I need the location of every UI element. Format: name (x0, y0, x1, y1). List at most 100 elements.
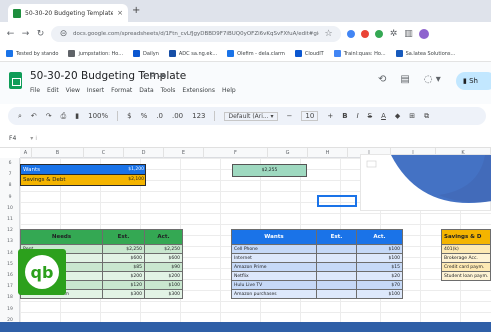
column-header[interactable]: C (84, 148, 124, 158)
needs-act[interactable]: $2,250 (144, 244, 183, 254)
needs-est[interactable]: $600 (102, 253, 145, 263)
wants-item[interactable]: Hulu Live TV (231, 280, 317, 290)
wants-est[interactable] (316, 262, 357, 272)
bookmark-item[interactable]: Sa.latea Solutions... (395, 50, 455, 57)
needs-est[interactable]: $300 (102, 289, 145, 299)
extension-icon[interactable] (347, 30, 355, 38)
google-sheets-logo-icon[interactable] (9, 72, 22, 89)
more-formats-icon[interactable]: 123 (192, 112, 205, 120)
bookmark-item[interactable]: jumpstation: Ho... (68, 50, 123, 57)
wants-item[interactable]: Amazon Prime (231, 262, 317, 272)
wants-est[interactable] (316, 244, 357, 254)
row-header[interactable]: 16 (0, 273, 20, 278)
wants-item[interactable]: Amazon purchases (231, 289, 317, 299)
font-select[interactable]: Default (Ari... ▾ (224, 111, 278, 121)
menu-data[interactable]: Data (139, 87, 153, 94)
row-header[interactable]: 13 (0, 239, 20, 244)
bookmark-item[interactable]: Tested by stando (6, 50, 58, 57)
font-size-input[interactable]: 10 (301, 111, 319, 121)
row-header[interactable]: 8 (0, 183, 20, 188)
address-bar[interactable]: ⊝ docs.google.com/spreadsheets/d/1Ftn_cv… (51, 26, 341, 42)
text-color-button[interactable]: A (381, 112, 386, 120)
undo-icon[interactable]: ↶ (31, 112, 37, 120)
bold-button[interactable]: B (342, 112, 347, 120)
needs-act[interactable]: $200 (144, 271, 183, 281)
bookmark-item[interactable]: ADC sa.ng.ek... (168, 50, 217, 57)
comments-icon[interactable]: ▤ (400, 74, 409, 85)
savings-item[interactable]: 401(k) (440, 244, 491, 254)
site-info-icon[interactable]: ⊝ (59, 29, 68, 39)
column-header[interactable]: E (164, 148, 204, 158)
forward-icon[interactable]: → (21, 29, 30, 39)
menu-view[interactable]: View (66, 87, 80, 94)
row-header[interactable]: 18 (0, 295, 20, 300)
menu-format[interactable]: Format (111, 87, 132, 94)
savings-item[interactable]: Brokerage Acc. (440, 253, 491, 263)
font-size-increase-icon[interactable]: + (327, 112, 333, 120)
row-header[interactable]: 11 (0, 217, 20, 222)
share-button[interactable]: ▮ Sh (456, 72, 491, 90)
row-header[interactable]: 6 (0, 161, 20, 166)
close-tab-icon[interactable]: × (117, 9, 123, 17)
row-header[interactable]: 10 (0, 206, 20, 211)
wants-est[interactable] (316, 253, 357, 263)
savings-item[interactable]: Credit card paym. (440, 262, 491, 272)
bookmark-star-icon[interactable]: ☆ (324, 29, 333, 39)
bookmark-item[interactable]: CloudIT (294, 50, 324, 57)
browser-tab[interactable]: 50-30-20 Budgeting Template × (8, 4, 128, 22)
profile-avatar[interactable] (419, 29, 429, 39)
redo-icon[interactable]: ↷ (46, 112, 52, 120)
decimal-increase-icon[interactable]: .00 (172, 112, 183, 120)
wants-act[interactable]: $100 (356, 244, 403, 254)
paint-format-icon[interactable]: ▮ (75, 112, 79, 120)
extension-icon[interactable] (375, 30, 383, 38)
decimal-decrease-icon[interactable]: .0 (156, 112, 163, 120)
total-cell[interactable]: $2,255 (232, 164, 307, 177)
savings-item[interactable]: Student loan paym. (440, 271, 491, 281)
zoom-select[interactable]: 100% (88, 112, 108, 120)
name-box[interactable]: F4 (9, 135, 16, 142)
bookmark-item[interactable]: Olefim - dela.clarm (227, 50, 285, 57)
history-icon[interactable]: ⟲ (378, 74, 386, 85)
needs-est[interactable]: $2,250 (102, 244, 145, 254)
wants-item[interactable]: Internet (231, 253, 317, 263)
search-menus-icon[interactable]: ⌕ (18, 112, 22, 121)
row-header[interactable]: 19 (0, 307, 20, 312)
wants-act[interactable]: $20 (356, 271, 403, 281)
borders-icon[interactable]: ⊞ (409, 112, 415, 120)
extension-icon[interactable] (361, 30, 369, 38)
wants-act[interactable]: $100 (356, 253, 403, 263)
row-header[interactable]: 17 (0, 284, 20, 289)
back-icon[interactable]: ← (6, 29, 15, 39)
needs-est[interactable]: $120 (102, 280, 145, 290)
needs-act[interactable]: $100 (144, 280, 183, 290)
budget-pie-chart[interactable] (360, 154, 491, 211)
print-icon[interactable]: ⎙ (61, 112, 67, 121)
percent-format-button[interactable]: % (141, 112, 148, 120)
row-header[interactable]: 7 (0, 172, 20, 177)
menu-file[interactable]: File (30, 87, 40, 94)
summary-savings-row[interactable]: Savings & Debt $2,100 (20, 175, 146, 186)
menu-insert[interactable]: Insert (87, 87, 104, 94)
needs-est[interactable]: $85 (102, 262, 145, 272)
column-header[interactable]: D (124, 148, 164, 158)
needs-act[interactable]: $90 (144, 262, 183, 272)
column-header[interactable]: B (32, 148, 84, 158)
wants-act[interactable]: $15 (356, 262, 403, 272)
new-tab-button[interactable]: + (132, 5, 140, 16)
fill-color-icon[interactable]: ◆ (395, 112, 400, 120)
row-header[interactable]: 12 (0, 228, 20, 233)
wants-act[interactable]: $100 (356, 289, 403, 299)
needs-act[interactable]: $600 (144, 253, 183, 263)
row-header[interactable]: 9 (0, 195, 20, 200)
wants-item[interactable]: Cell Phone (231, 244, 317, 254)
column-header[interactable]: H (308, 148, 348, 158)
summary-wants-row[interactable]: Wants $1,200 (20, 164, 146, 175)
column-header[interactable]: A (20, 148, 32, 158)
meet-icon[interactable]: ◌ ▾ (424, 74, 441, 85)
needs-act[interactable]: $300 (144, 289, 183, 299)
selected-cell[interactable] (317, 195, 357, 207)
wants-item[interactable]: Netflix (231, 271, 317, 281)
font-size-decrease-icon[interactable]: − (287, 112, 293, 120)
wants-est[interactable] (316, 280, 357, 290)
